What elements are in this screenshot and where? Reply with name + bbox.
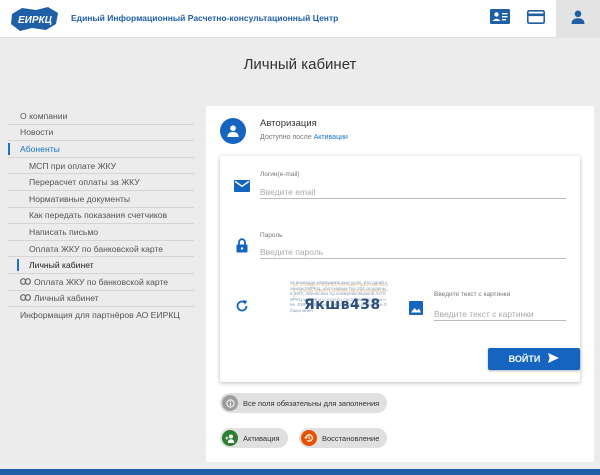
footer-bar: [0, 469, 600, 475]
user-account-button[interactable]: [556, 0, 600, 38]
payment-card-button[interactable]: [518, 0, 554, 38]
activation-link[interactable]: Активации: [314, 134, 348, 141]
activation-label: Активация: [243, 433, 280, 443]
password-field[interactable]: [260, 245, 566, 259]
lock-icon: [232, 235, 252, 255]
auth-subtitle-text: Доступно после: [260, 134, 312, 141]
image-icon: [406, 298, 426, 318]
restore-icon: [301, 430, 317, 446]
svg-text:ЕИРКЦ: ЕИРКЦ: [18, 15, 53, 26]
site-header: ЕИРКЦ Единый Информационный Расчетно-кон…: [0, 0, 600, 38]
recovery-button[interactable]: Восстановление: [299, 428, 388, 448]
captcha-field[interactable]: [434, 307, 566, 321]
required-fields-note: Все поля обязательны для заполнения: [220, 393, 388, 413]
info-icon: [222, 395, 238, 411]
required-fields-text: Все поля обязательны для заполнения: [243, 398, 380, 408]
contact-card-button[interactable]: [482, 0, 518, 38]
login-form: Логин(e-mail) Пароль ка визнацде коммуни…: [220, 156, 580, 382]
sidebar-item-partners[interactable]: Информация для партнёров АО ЕИРКЦ: [8, 307, 194, 324]
user-icon: [571, 10, 585, 29]
sidebar-item-card-payment-link[interactable]: Оплата ЖКУ по банковской карте: [8, 274, 194, 291]
account-avatar-icon: [220, 118, 246, 144]
sidebar-item-label: Личный кабинет: [34, 293, 99, 304]
add-user-icon: [222, 430, 238, 446]
sidebar-item-msp[interactable]: МСП при оплате ЖКУ: [8, 158, 194, 175]
sidebar-item-recalculation[interactable]: Перерасчет оплаты за ЖКУ: [8, 174, 194, 191]
recovery-label: Восстановление: [322, 433, 380, 443]
login-button[interactable]: ВОЙТИ: [488, 348, 580, 370]
sidebar-item-subscribers[interactable]: Абоненты: [8, 141, 194, 158]
password-label: Пароль: [260, 232, 283, 239]
sidebar-item-about[interactable]: О компании: [8, 108, 194, 125]
email-field[interactable]: [260, 185, 566, 199]
payment-card-icon: [527, 9, 545, 29]
sidebar-item-news[interactable]: Новости: [8, 125, 194, 142]
eirkc-logo[interactable]: ЕИРКЦ: [8, 4, 62, 34]
captcha-code: Якшв438: [304, 297, 381, 313]
sidebar-nav: О компании Новости Абоненты МСП при опла…: [8, 108, 194, 324]
sidebar-item-write-letter[interactable]: Написать письмо: [8, 224, 194, 241]
org-name: Единый Информационный Расчетно-консульта…: [71, 13, 339, 23]
sidebar-item-label: Оплата ЖКУ по банковской карте: [34, 276, 169, 287]
auth-title: Авторизация: [260, 118, 317, 129]
login-button-label: ВОЙТИ: [508, 354, 541, 364]
link-icon: [20, 274, 31, 290]
refresh-captcha-icon[interactable]: [232, 296, 252, 316]
sidebar-item-card-payment[interactable]: Оплата ЖКУ по банковской карте: [8, 241, 194, 258]
captcha-image: ка визнацде коммуникацкые услуг. итр одг…: [290, 280, 388, 332]
sidebar-item-regulations[interactable]: Нормативные документы: [8, 191, 194, 208]
sidebar-item-personal-account-link[interactable]: Личный кабинет: [8, 291, 194, 308]
auth-panel: Авторизация Доступно после Активации Лог…: [206, 106, 594, 462]
contact-card-icon: [490, 9, 510, 29]
captcha-label: Введите текст с картинки: [434, 291, 511, 298]
page-title: Личный кабинет: [243, 56, 357, 73]
sidebar-item-meter-readings[interactable]: Как передать показания счетчиков: [8, 208, 194, 225]
auth-subtitle: Доступно после Активации: [260, 134, 348, 141]
send-icon: [548, 353, 560, 365]
activation-button[interactable]: Активация: [220, 428, 288, 448]
link-icon: [20, 291, 31, 307]
email-icon: [232, 176, 252, 196]
login-label: Логин(e-mail): [260, 171, 300, 178]
sidebar-item-personal-account[interactable]: Личный кабинет: [8, 257, 194, 274]
